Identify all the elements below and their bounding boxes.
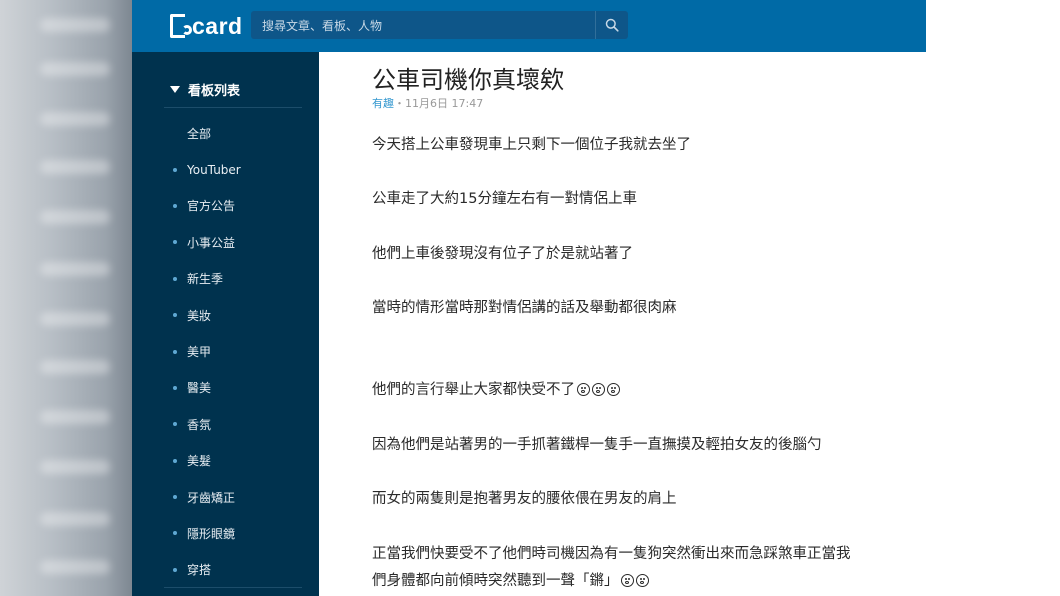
post-paragraph: 公車走了大約15分鐘左右有一對情侶上車: [372, 186, 902, 213]
search-input[interactable]: 搜尋文章、看板、人物: [251, 17, 595, 34]
blur-smudge: [40, 210, 110, 224]
post-paragraph: 們身體都向前傾時突然聽到一聲「鏘」: [372, 568, 902, 595]
paragraph-text: 公車走了大約15分鐘左右有一對情侶上車: [372, 191, 637, 207]
sidebar-item[interactable]: 官方公告: [132, 188, 319, 224]
sidebar-item[interactable]: 美妝: [132, 297, 319, 333]
sidebar-item-label: YouTuber: [187, 162, 241, 177]
paragraph-text: 他們上車後發現沒有位子了於是就站著了: [372, 246, 633, 262]
dcard-logo[interactable]: card: [170, 12, 243, 40]
paragraph-text: 們身體都向前傾時突然聽到一聲「鏘」: [372, 573, 619, 589]
board-list: 全部 YouTuber 官方公告小事公益新生季美妝美甲醫美香氛美髮牙齒矯正隱形眼鏡穿…: [132, 115, 319, 588]
sidebar-item[interactable]: 穿搭: [132, 552, 319, 588]
blur-smudge: [40, 410, 110, 424]
sidebar-item-label: 新生季: [187, 272, 224, 287]
blur-smudge: [40, 560, 110, 574]
sidebar-item-label: 隱形眼鏡: [187, 526, 236, 541]
top-navigation-bar: card 搜尋文章、看板、人物: [132, 0, 926, 52]
sidebar-item-label: 官方公告: [187, 199, 236, 214]
sidebar-item[interactable]: 牙齒矯正: [132, 479, 319, 515]
caret-down-icon: [170, 86, 180, 93]
blur-smudge: [40, 160, 110, 174]
blur-smudge: [40, 512, 110, 526]
dizzy-face-emoji-icon: [620, 574, 634, 587]
sidebar-item-label: 小事公益: [187, 235, 236, 250]
bullet-dot-icon: [173, 240, 177, 245]
paragraph-text: 而女的兩隻則是抱著男友的腰依偎在男友的肩上: [372, 491, 677, 507]
paragraph-text: 他們的言行舉止大家都快受不了: [372, 382, 575, 398]
screenshot-frame: card 搜尋文章、看板、人物 看板列表 全部 YouTuber 官方公告小事公益新…: [0, 0, 1060, 596]
sidebar-item[interactable]: 美髮: [132, 443, 319, 479]
sidebar-item-label: 穿搭: [187, 563, 212, 578]
post-content-area: 公車司機你真壞欸 有趣・11月6日 17:47 今天搭上公車發現車上只剩下一個位…: [319, 52, 926, 596]
sidebar-item[interactable]: 美甲: [132, 333, 319, 369]
bullet-dot-icon: [173, 422, 177, 427]
board-list-sidebar: 看板列表 全部 YouTuber 官方公告小事公益新生季美妝美甲醫美香氛美髮牙齒矯正…: [132, 52, 319, 596]
sidebar-item[interactable]: 新生季: [132, 261, 319, 297]
dizzy-face-emoji-icon: [635, 574, 649, 587]
sidebar-item-label: 醫美: [187, 381, 212, 396]
sidebar-item-label: 香氛: [187, 417, 212, 432]
bullet-dot-icon: [173, 567, 177, 572]
post-paragraph: 他們的言行舉止大家都快受不了: [372, 377, 902, 404]
search-icon: [605, 18, 619, 32]
post-paragraph: 當時的情形當時那對情侶講的話及舉動都很肉麻: [372, 295, 902, 322]
shocked-face-emoji-icon: [607, 383, 620, 396]
blank-background-right: [926, 0, 1060, 596]
bullet-dot-icon: [173, 458, 177, 463]
bullet-dot-icon: [173, 385, 177, 390]
post-board-link[interactable]: 有趣: [372, 97, 394, 110]
dcard-logo-icon: [170, 14, 192, 38]
sidebar-divider: [164, 587, 302, 588]
bullet-dot-icon: [173, 495, 177, 500]
sidebar-item[interactable]: 香氛: [132, 406, 319, 442]
blur-smudge: [40, 262, 110, 276]
bullet-dot-icon: [173, 349, 177, 354]
sidebar-item[interactable]: YouTuber: [132, 151, 319, 187]
sidebar-divider: [164, 107, 302, 108]
sidebar-item[interactable]: 隱形眼鏡: [132, 515, 319, 551]
post-paragraph: 因為他們是站著男的一手抓著鐵桿一隻手一直撫摸及輕拍女友的後腦勺: [372, 432, 902, 459]
post-paragraph: 今天搭上公車發現車上只剩下一個位子我就去坐了: [372, 132, 902, 159]
shocked-face-emoji-icon: [577, 383, 590, 396]
sidebar-item-label: 美妝: [187, 308, 212, 323]
shocked-face-emoji-icon: [592, 383, 605, 396]
paragraph-text: 因為他們是站著男的一手抓著鐵桿一隻手一直撫摸及輕拍女友的後腦勺: [372, 437, 822, 453]
bullet-dot-icon: [173, 203, 177, 208]
sidebar-item-label: 美髮: [187, 454, 212, 469]
post-paragraph: 他們上車後發現沒有位子了於是就站著了: [372, 241, 902, 268]
post-datetime: 11月6日 17:47: [405, 97, 484, 110]
blur-smudge: [40, 112, 110, 126]
bullet-dot-icon: [173, 531, 177, 536]
bullet-dot-icon: [173, 313, 177, 318]
paragraph-text: 正當我們快要受不了他們時司機因為有一隻狗突然衝出來而急踩煞車正當我: [372, 546, 851, 562]
sidebar-item[interactable]: 全部: [132, 115, 319, 151]
blur-smudge: [40, 460, 110, 474]
blur-smudge: [40, 312, 110, 326]
sidebar-item-label: 牙齒矯正: [187, 490, 236, 505]
paragraph-text: 當時的情形當時那對情侶講的話及舉動都很肉麻: [372, 300, 677, 316]
post-paragraph: 正當我們快要受不了他們時司機因為有一隻狗突然衝出來而急踩煞車正當我: [372, 541, 902, 568]
sidebar-item[interactable]: 醫美: [132, 370, 319, 406]
search-bar[interactable]: 搜尋文章、看板、人物: [251, 11, 628, 39]
post-meta: 有趣・11月6日 17:47: [372, 95, 483, 111]
sidebar-item[interactable]: 小事公益: [132, 224, 319, 260]
sidebar-item-label: 全部: [187, 126, 212, 141]
board-list-header[interactable]: 看板列表: [170, 80, 240, 99]
blurred-background-left: [0, 0, 132, 596]
bullet-dot-icon: [173, 167, 177, 172]
logo-text: card: [192, 12, 243, 39]
bullet-dot-icon: [173, 276, 177, 281]
blur-smudge: [40, 62, 110, 76]
board-list-heading: 看板列表: [188, 84, 241, 99]
sidebar-item-label: 美甲: [187, 345, 212, 360]
meta-separator: ・: [394, 97, 405, 110]
search-button[interactable]: [595, 11, 628, 39]
blur-smudge: [40, 18, 110, 32]
post-paragraph: 而女的兩隻則是抱著男友的腰依偎在男友的肩上: [372, 486, 902, 513]
blur-smudge: [40, 360, 110, 374]
paragraph-text: 今天搭上公車發現車上只剩下一個位子我就去坐了: [372, 137, 691, 153]
post-title: 公車司機你真壞欸: [372, 66, 564, 94]
